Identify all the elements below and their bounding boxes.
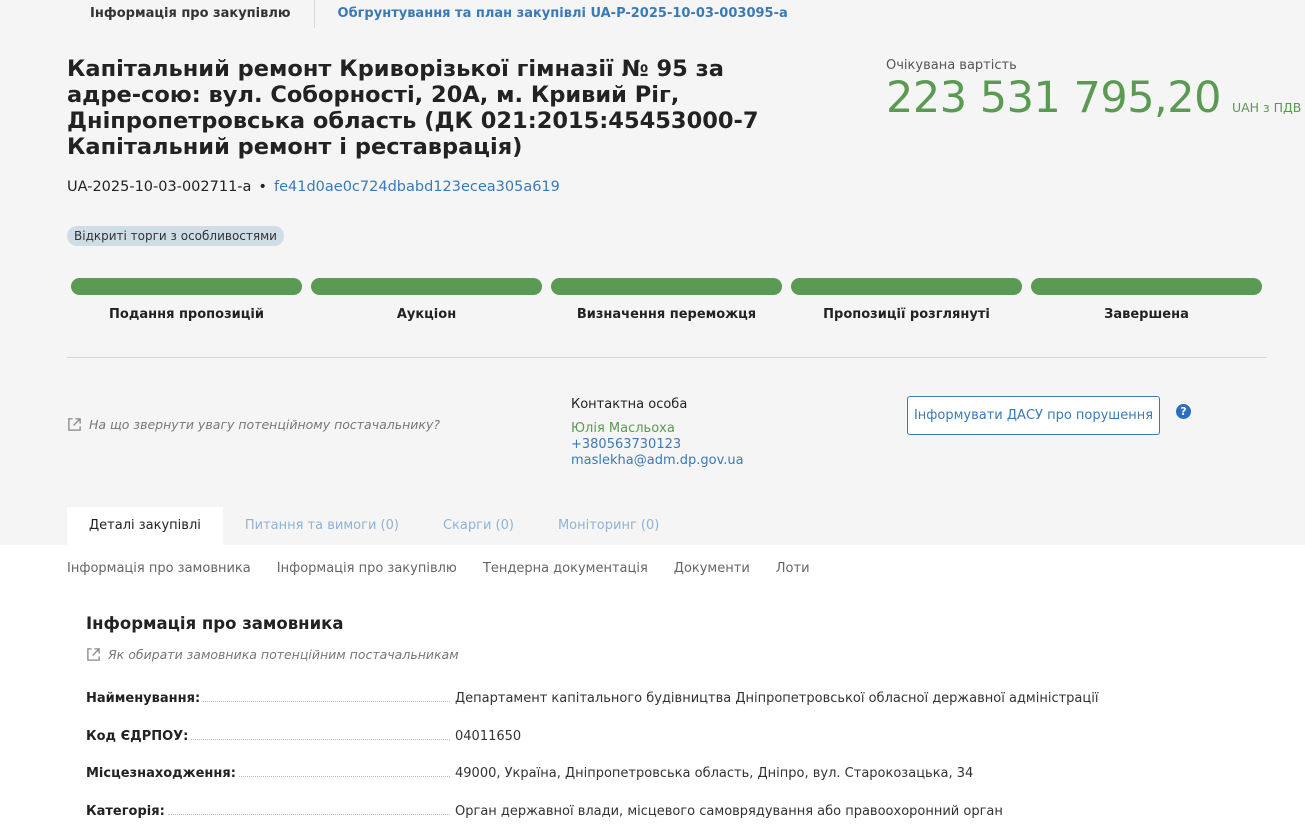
breadcrumb: Інформація про закупівлю Обгрунтування т… xyxy=(67,0,788,28)
contact-phone-link[interactable]: +380563730123 xyxy=(571,437,681,452)
subnav-documents[interactable]: Документи xyxy=(674,561,750,576)
stage-bar xyxy=(1031,278,1262,295)
expected-value: 223 531 795,20 UAH з ПДВ xyxy=(886,73,1301,123)
contact-email-link[interactable]: maslekha@adm.dp.gov.ua xyxy=(571,453,744,468)
row-value: Орган державної влади, місцевого самовря… xyxy=(455,804,1003,819)
divider xyxy=(67,357,1267,358)
row-key: Категорія: xyxy=(86,804,165,819)
row-value: Департамент капітального будівництва Дні… xyxy=(455,691,1099,706)
customer-row-location: Місцезнаходження: 49000, Україна, Дніпро… xyxy=(86,766,1236,786)
section-subnav: Інформація про замовника Інформація про … xyxy=(67,561,836,576)
help-icon[interactable]: ? xyxy=(1176,404,1191,419)
tab-details[interactable]: Деталі закупівлі xyxy=(67,507,223,545)
external-link-icon xyxy=(68,418,81,431)
tender-tabs: Деталі закупівлі Питання та вимоги (0) С… xyxy=(67,507,681,545)
external-link-icon xyxy=(87,648,100,661)
tender-id: UA-2025-10-03-002711-a xyxy=(67,179,252,195)
customer-section-title: Інформація про замовника xyxy=(86,614,344,633)
row-value: 04011650 xyxy=(455,729,522,744)
id-separator: • xyxy=(258,179,267,195)
supplier-hint-link[interactable]: На що звернути увагу потенційному постач… xyxy=(67,417,440,432)
subnav-tender-docs[interactable]: Тендерна документація xyxy=(483,561,648,576)
expected-value-amount: 223 531 795,20 xyxy=(886,73,1221,123)
supplier-hint-text: На що звернути увагу потенційному постач… xyxy=(89,417,440,432)
inform-dasu-button[interactable]: Інформувати ДАСУ про порушення xyxy=(907,396,1160,435)
tab-complaints[interactable]: Скарги (0) xyxy=(421,507,536,545)
tab-monitoring[interactable]: Моніторинг (0) xyxy=(536,507,681,545)
contact-name: Юлія Масльоха xyxy=(571,421,675,436)
customer-row-name: Найменування: Департамент капітального б… xyxy=(86,691,1236,711)
contact-title: Контактна особа xyxy=(571,397,688,412)
customer-hint-link[interactable]: Як обирати замовника потенційним постача… xyxy=(86,647,459,662)
breadcrumb-current: Інформація про закупівлю xyxy=(67,0,314,28)
stage-label: Визначення переможця xyxy=(576,307,757,322)
tab-questions[interactable]: Питання та вимоги (0) xyxy=(223,507,421,545)
stage-label: Пропозиції розглянуті xyxy=(823,307,990,322)
expected-value-label: Очікувана вартість xyxy=(886,58,1017,73)
expected-value-currency: UAH з ПДВ xyxy=(1231,100,1302,115)
customer-row-edrpou: Код ЄДРПОУ: 04011650 xyxy=(86,729,1236,749)
stage-bar xyxy=(791,278,1022,295)
page-title: Капітальний ремонт Криворізької гімназії… xyxy=(67,56,759,160)
subnav-lots[interactable]: Лоти xyxy=(776,561,810,576)
procedure-type-badge: Відкриті торги з особливостями xyxy=(67,226,284,246)
tender-hash-link[interactable]: fe41d0ae0c724dbabd123ecea305a619 xyxy=(274,179,560,195)
breadcrumb-plan-link[interactable]: Обгрунтування та план закупівлі UA-P-202… xyxy=(315,0,788,28)
stage-bar xyxy=(311,278,542,295)
row-key: Найменування: xyxy=(86,691,201,706)
stage-label: Завершена xyxy=(1104,307,1189,322)
subnav-tender-info[interactable]: Інформація про закупівлю xyxy=(277,561,457,576)
row-key: Код ЄДРПОУ: xyxy=(86,729,189,744)
stage-bar xyxy=(551,278,782,295)
row-key: Місцезнаходження: xyxy=(86,766,236,781)
customer-row-category: Категорія: Орган державної влади, місцев… xyxy=(86,804,1236,824)
subnav-customer-info[interactable]: Інформація про замовника xyxy=(67,561,251,576)
stage-label: Подання пропозицій xyxy=(109,307,264,322)
tender-identifiers: UA-2025-10-03-002711-a • fe41d0ae0c724db… xyxy=(67,179,560,195)
stage-bar xyxy=(71,278,302,295)
stage-label: Аукціон xyxy=(396,307,457,322)
row-value: 49000, Україна, Дніпропетровська область… xyxy=(455,766,974,781)
customer-hint-text: Як обирати замовника потенційним постача… xyxy=(108,647,459,662)
